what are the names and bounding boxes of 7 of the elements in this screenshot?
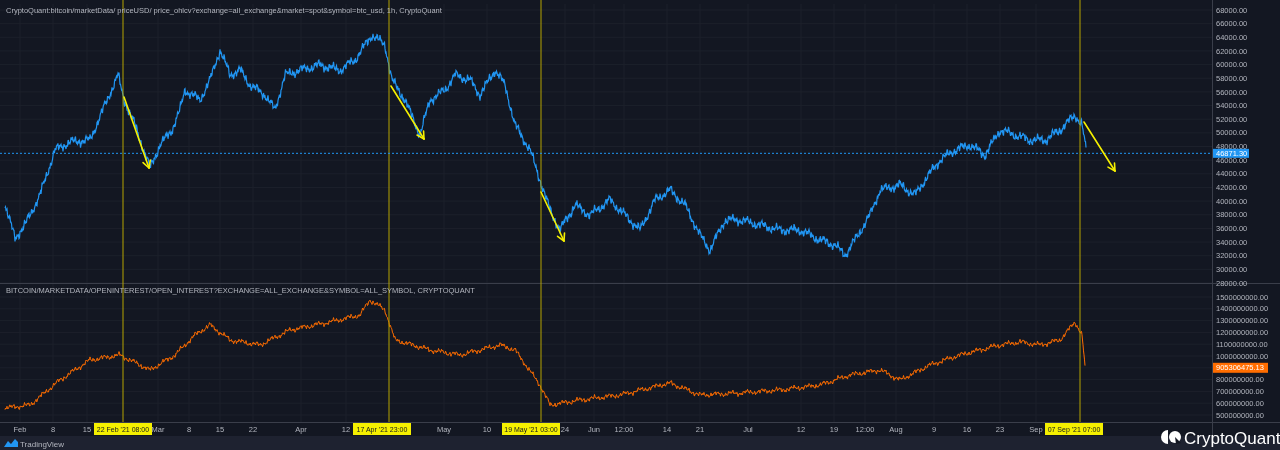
arrow (390, 85, 425, 140)
arrow (1083, 121, 1116, 172)
logo-icon (1161, 430, 1181, 444)
arrow (540, 191, 566, 242)
tradingview-logo-icon[interactable] (4, 439, 18, 447)
brand-name: TradingView (20, 440, 65, 449)
brand-name: CryptoQuant (1184, 429, 1280, 448)
